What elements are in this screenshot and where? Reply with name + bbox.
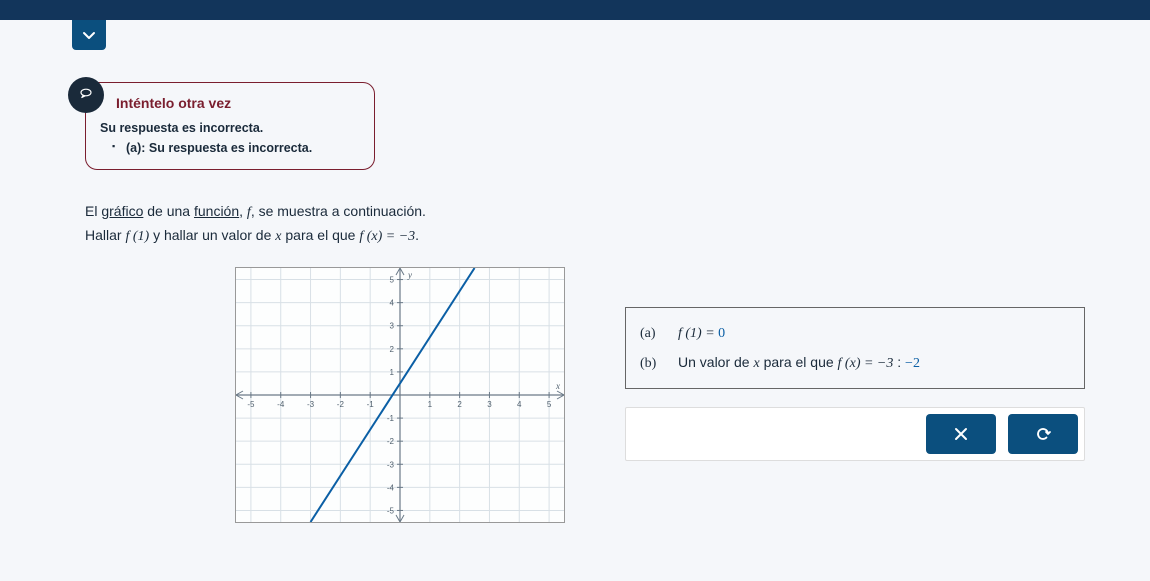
part-b-label: (b)	[640, 350, 664, 378]
problem-statement: El gráfico de una función, f, se muestra…	[85, 200, 1150, 249]
text: .	[415, 227, 419, 243]
clear-button[interactable]	[926, 414, 996, 454]
feedback-subtitle: Su respuesta es incorrecta.	[86, 121, 374, 141]
svg-text:2: 2	[390, 345, 395, 354]
math-fx: f (x) = −3	[359, 229, 415, 244]
svg-text:-4: -4	[277, 400, 285, 409]
math-expr-a: f (1) =	[678, 326, 718, 341]
close-icon	[952, 425, 970, 443]
text: y hallar un valor de	[149, 227, 275, 243]
svg-text:5: 5	[547, 400, 552, 409]
part-a-label: (a)	[640, 320, 664, 348]
answer-row-a: (a) f (1) = 0	[640, 318, 1070, 348]
svg-text:4: 4	[517, 400, 522, 409]
svg-text:x: x	[555, 381, 560, 391]
svg-text:2: 2	[457, 400, 462, 409]
graph[interactable]: -5 -4 -3 -2 -1 1 2 3 4 5 -5 -4 -3 -2 -1 1 2 3 4 5 y x	[235, 267, 565, 523]
math-fx-b: f (x) = −3	[838, 356, 894, 371]
svg-text:1: 1	[428, 400, 433, 409]
svg-text:5: 5	[390, 275, 395, 284]
svg-text:-5: -5	[387, 506, 395, 515]
text: de una	[143, 203, 194, 219]
feedback-title: Inténtelo otra vez	[86, 83, 374, 121]
svg-text:-1: -1	[387, 414, 395, 423]
answers-column: (a) f (1) = 0 (b) Un valor de x para el …	[625, 267, 1150, 461]
function-graph-svg: -5 -4 -3 -2 -1 1 2 3 4 5 -5 -4 -3 -2 -1 1 2 3 4 5 y x	[236, 268, 564, 522]
problem-line-1: El gráfico de una función, f, se muestra…	[85, 200, 1150, 224]
svg-text:y: y	[407, 270, 412, 280]
text: :	[893, 354, 905, 370]
link-funcion[interactable]: función	[194, 203, 239, 219]
problem-line-2: Hallar f (1) y hallar un valor de x para…	[85, 224, 1150, 248]
answer-a-value[interactable]: 0	[718, 326, 725, 341]
svg-text:-3: -3	[307, 400, 315, 409]
text: El	[85, 203, 101, 219]
math-f1: f (1)	[125, 229, 149, 244]
feedback-box: Inténtelo otra vez Su respuesta es incor…	[85, 82, 375, 170]
link-grafico[interactable]: gráfico	[101, 203, 143, 219]
text: para el que	[281, 227, 359, 243]
svg-text:-2: -2	[337, 400, 345, 409]
text: , se muestra a continuación.	[251, 203, 426, 219]
reset-button[interactable]	[1008, 414, 1078, 454]
reset-icon	[1034, 425, 1052, 443]
top-bar	[0, 0, 1150, 20]
work-area: -5 -4 -3 -2 -1 1 2 3 4 5 -5 -4 -3 -2 -1 1 2 3 4 5 y x (a) f (…	[85, 267, 1150, 523]
svg-text:3: 3	[390, 322, 395, 331]
svg-text:-4: -4	[387, 483, 395, 492]
answer-box: (a) f (1) = 0 (b) Un valor de x para el …	[625, 307, 1085, 389]
svg-text:4: 4	[390, 298, 395, 307]
answer-b-content: Un valor de x para el que f (x) = −3 : −…	[678, 348, 920, 378]
text: Hallar	[85, 227, 125, 243]
answer-row-b: (b) Un valor de x para el que f (x) = −3…	[640, 348, 1070, 378]
content-area: Inténtelo otra vez Su respuesta es incor…	[0, 20, 1150, 523]
answer-b-value[interactable]: −2	[905, 356, 920, 371]
svg-text:-2: -2	[387, 437, 395, 446]
text: ,	[239, 203, 247, 219]
text: para el que	[760, 354, 838, 370]
text: Un valor de	[678, 354, 753, 370]
speech-bubble-icon	[76, 85, 96, 105]
svg-text:3: 3	[487, 400, 492, 409]
feedback-bullet-a: (a): Su respuesta es incorrecta.	[86, 141, 374, 169]
feedback-icon-wrap	[68, 77, 104, 113]
svg-text:-3: -3	[387, 460, 395, 469]
answer-a-content: f (1) = 0	[678, 318, 725, 348]
svg-text:1: 1	[390, 368, 395, 377]
svg-text:-5: -5	[247, 400, 255, 409]
button-row	[625, 407, 1085, 461]
svg-text:-1: -1	[367, 400, 375, 409]
